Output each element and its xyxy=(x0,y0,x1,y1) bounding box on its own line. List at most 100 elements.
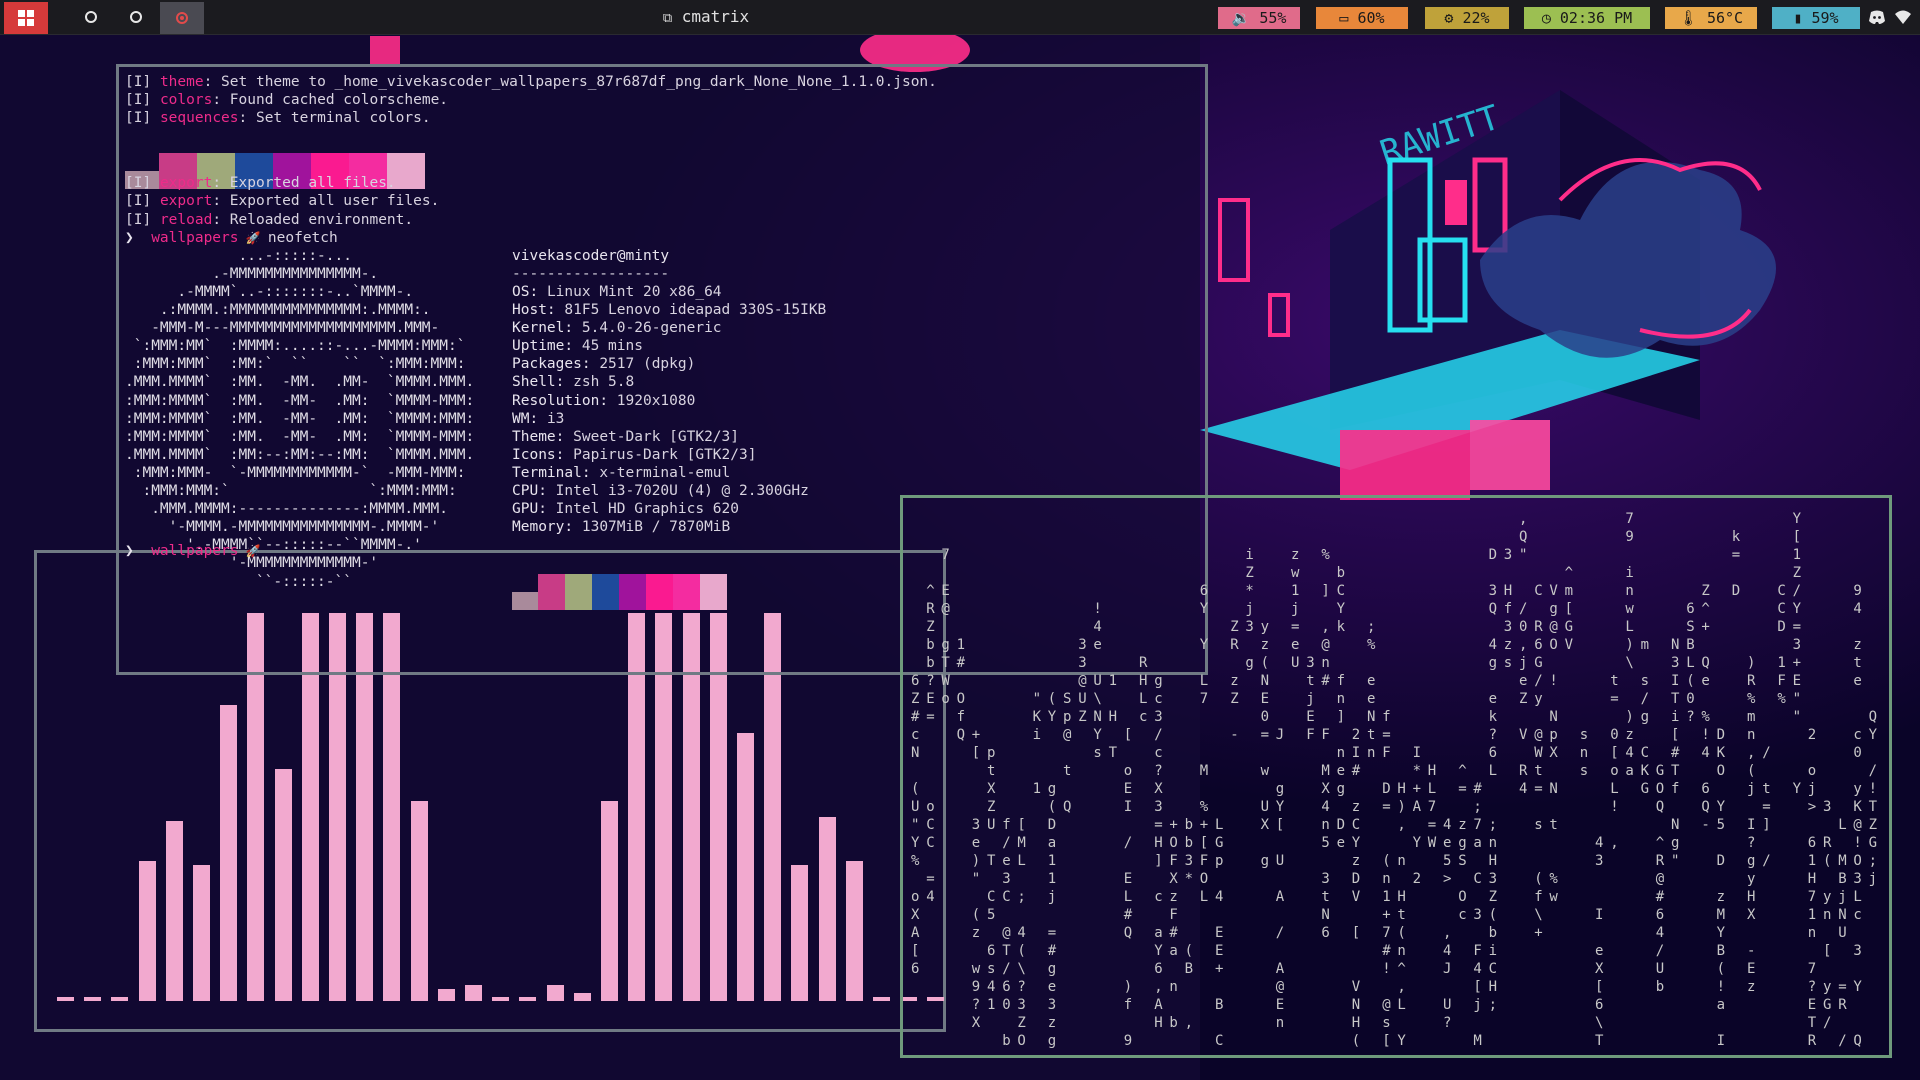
terminal-line: [I] export: Exported all user files. xyxy=(125,192,439,210)
terminal-line: ❯ wallpapers 🚀 xyxy=(125,542,268,560)
matrix-column: 3 H f 3 z s xyxy=(1503,547,1513,671)
terminal-line: ...-:::::-... xyxy=(125,247,352,265)
matrix-column: L G p 4 E E + B C xyxy=(1215,817,1224,1049)
mint-logo-line: :MMM:MMMM` :MM. -MM- .MM: `MMMM-MMM: xyxy=(125,392,475,409)
matrix-column: [ o E I / E L # Q ) f 9 xyxy=(1123,727,1133,1049)
log-tag: [I] xyxy=(125,211,152,228)
terminal-line: Host: 81F5 Lenovo ideapad 330S-15IKB xyxy=(512,301,826,319)
mint-logo-line: .MMM.MMMM` :MM. -MM. .MM- `MMMM.MMM. xyxy=(125,374,475,391)
temperature-module[interactable]: 🌡 56°C xyxy=(1665,7,1757,29)
visualizer-bar xyxy=(519,997,537,1001)
visualizer-bar xyxy=(437,989,455,1001)
matrix-column: 6 Z # c N ( U " Y % o X A [ 6 xyxy=(911,673,920,977)
terminal-line: .:MMMM.:MMMMMMMMMMMMMMM:.MMMM:. xyxy=(125,301,431,319)
matrix-column: 7 E @ g T W o xyxy=(941,547,950,707)
log-text: : Set terminal colors. xyxy=(238,110,431,127)
matrix-column: t = 0 [ o L ! , xyxy=(1610,673,1619,851)
temperature-icon: 🌡 xyxy=(1678,9,1698,27)
terminal-line: [I] reload: Reloaded environment. xyxy=(125,211,413,229)
info-value: Intel i3-7020U (4) @ 2.300GHz xyxy=(555,483,809,500)
matrix-column: m s / g C K G xyxy=(1640,637,1650,797)
log-text: : Set theme to _home_vivekascoder_wallpa… xyxy=(203,74,937,90)
terminal-line: :MMM:MMM` :MM:` `` `` `:MMM:MMM: xyxy=(125,355,466,373)
mint-logo-line: `:MMM:MM` :MMMM:....::-...-MMMM:MMM:` xyxy=(125,338,466,355)
info-value: i3 xyxy=(546,410,565,427)
matrix-column: [ M L ; 4 ( \ ? 3 Z O xyxy=(1017,817,1026,1049)
info-value: Intel HD Graphics 620 xyxy=(555,501,739,518)
user-host: vivekascoder@minty xyxy=(512,247,670,264)
discord-icon[interactable] xyxy=(1868,9,1886,25)
memory-value: 59% xyxy=(1811,9,1839,27)
wifi-icon[interactable] xyxy=(1894,9,1912,25)
battery-value: 60% xyxy=(1357,9,1385,27)
matrix-column: R H L c xyxy=(1139,655,1148,725)
log-keyword: colors xyxy=(159,92,213,109)
prompt-arrow-icon: ❯ xyxy=(125,229,152,246)
visualizer-bar xyxy=(737,733,754,1001)
info-value: 81F5 Lenovo ideapad 330S-15IKB xyxy=(564,302,827,319)
matrix-column: C C D 1 F % xyxy=(1777,583,1786,707)
matrix-column: J g Y [ U A / A @ E n xyxy=(1275,727,1285,1031)
matrix-column: G O Q ^ R @ # 6 4 / U b xyxy=(1655,763,1665,995)
mint-logo-line: .-MMMMMMMMMMMMMMM-. xyxy=(125,265,379,282)
info-key: Resolution xyxy=(512,392,600,409)
matrix-column: H L 7 = W xyxy=(1427,763,1437,851)
visualizer-bar xyxy=(873,997,890,1001)
rocket-icon: 🚀 xyxy=(238,543,268,558)
mint-logo-line: ...-:::::-... xyxy=(125,247,352,264)
info-value: x-terminal-emul xyxy=(599,464,731,481)
window-title-text: cmatrix xyxy=(681,7,750,26)
visualizer-bar xyxy=(165,821,183,1001)
matrix-column: Z R z Z - xyxy=(1230,619,1239,743)
matrix-column: D K O Y 5 D z M Y B ( ! a I xyxy=(1716,727,1726,1049)
matrix-column: k = D xyxy=(1731,529,1741,599)
log-text: : Exported all files. xyxy=(212,175,396,192)
cpu-module[interactable]: ⚙ 22% xyxy=(1425,7,1509,29)
palette-swatch xyxy=(565,573,592,610)
visualizer-bar xyxy=(111,997,129,1001)
memory-module[interactable]: ▮ 59% xyxy=(1772,7,1860,29)
battery-laptop-icon: ▭ xyxy=(1339,9,1349,27)
info-value: 1920x1080 xyxy=(616,392,696,409)
matrix-column: 2 I # z C Y z D V [ V N H ( xyxy=(1351,727,1361,1049)
terminal-line: :MMM:MMMM` :MM. -MM- .MM: `MMMM-MMM: xyxy=(125,392,474,410)
mint-logo-line: :MMM:MMM` :MM:` `` `` `:MMM:MMM: xyxy=(125,356,466,373)
log-text: : Found cached colorscheme. xyxy=(212,92,449,109)
log-keyword: export xyxy=(159,193,213,210)
mint-logo-line: :MMM:MMM:` `:MMM:MMM: xyxy=(125,483,457,500)
matrix-column: S p @ t Q xyxy=(1063,691,1072,815)
info-colon: : xyxy=(599,392,617,409)
info-key: Memory xyxy=(512,519,565,536)
palette-swatch xyxy=(673,573,700,610)
terminal-line: ❯ wallpapers 🚀 neofetch xyxy=(125,229,338,247)
clock-module[interactable]: ◷ 02:36 PM xyxy=(1524,7,1650,29)
log-keyword: export xyxy=(159,175,213,192)
matrix-column: " K i 1 xyxy=(1032,691,1042,797)
volume-icon: 🔉 xyxy=(1231,9,1251,27)
info-colon: : xyxy=(529,410,547,427)
mint-logo-line: ``-:::::-`` xyxy=(125,573,352,590)
matrix-column: 4 3 I e X [ 6 \ T xyxy=(1595,835,1604,1049)
prompt-directory: wallpapers xyxy=(151,542,239,559)
cmatrix-window[interactable]: 6 Z # c N ( U " Y % o X A [ 6 ^ R Z b b … xyxy=(900,495,1892,1058)
matrix-column: % ] , @ n # F M X 4 n 5 3 t N 6 xyxy=(1321,547,1330,941)
terminal-line: .-MMMMMMMMMMMMMMM-. xyxy=(125,265,378,283)
visualizer-bar xyxy=(193,865,210,1001)
matrix-column: i Z * j 3 g xyxy=(1245,547,1254,671)
visualizer-bar xyxy=(465,985,482,1001)
matrix-column: 3 3 @ U Z xyxy=(1078,637,1087,725)
prompt-directory: wallpapers xyxy=(151,229,239,246)
terminal-line: CPU: Intel i3-7020U (4) @ 2.300GHz xyxy=(512,482,809,500)
volume-module[interactable]: 🔉 55% xyxy=(1218,7,1300,29)
matrix-column: ^ m [ G V xyxy=(1564,565,1574,653)
matrix-column: 7 9 i n w L ) \ ) z 4 a xyxy=(1625,511,1634,779)
matrix-column: 6 Y Y L 7 M % + [ F O L xyxy=(1199,583,1209,905)
visualizer-bar xyxy=(57,997,74,1001)
terminal-line: ``-:::::-`` xyxy=(125,573,352,591)
visualizer-bar xyxy=(845,861,863,1001)
info-colon: : xyxy=(581,356,600,373)
battery-module[interactable]: ▭ 60% xyxy=(1316,7,1408,29)
info-colon: : xyxy=(564,519,582,536)
matrix-column: f = F D = ( n 1 + 7 # ! @ s [ xyxy=(1382,709,1391,1049)
log-tag: [I] xyxy=(125,175,152,192)
